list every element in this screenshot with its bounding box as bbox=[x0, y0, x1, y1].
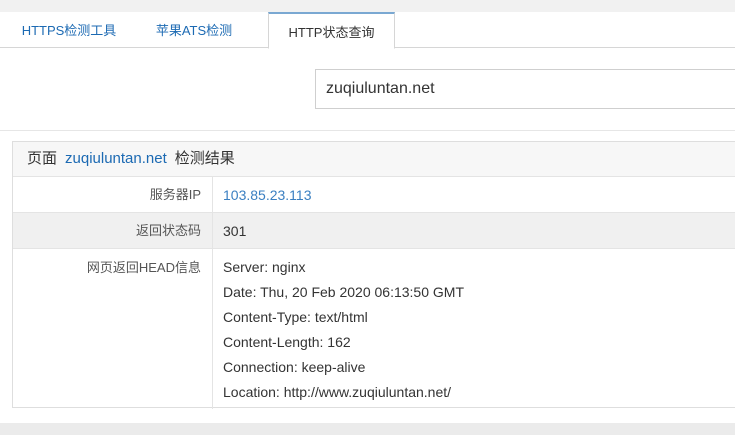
result-table: 页面 zuqiuluntan.net 检测结果 服务器IP 103.85.23.11… bbox=[12, 141, 735, 409]
server-ip-label: 服务器IP bbox=[13, 177, 213, 212]
head-line: Content-Length: 162 bbox=[223, 334, 351, 350]
head-info-label: 网页返回HEAD信息 bbox=[13, 249, 213, 409]
head-info-lines: Server: nginx Date: Thu, 20 Feb 2020 06:… bbox=[223, 258, 464, 408]
row-status-code: 返回状态码 301 bbox=[13, 213, 735, 249]
result-header: 页面 zuqiuluntan.net 检测结果 bbox=[13, 142, 735, 177]
head-line: Content-Type: text/html bbox=[223, 309, 368, 325]
tab-http-status-query[interactable]: HTTP状态查询 bbox=[268, 12, 395, 49]
row-server-ip: 服务器IP 103.85.23.113 bbox=[13, 177, 735, 213]
head-line: Date: Thu, 20 Feb 2020 06:13:50 GMT bbox=[223, 284, 465, 300]
head-line: Location: http://www.zuqiuluntan.net/ bbox=[223, 384, 452, 400]
head-line: Connection: keep-alive bbox=[223, 359, 366, 375]
domain-input[interactable] bbox=[315, 69, 735, 109]
status-code-value: 301 bbox=[223, 223, 247, 239]
result-suffix: 检测结果 bbox=[174, 150, 235, 167]
result-host-link[interactable]: zuqiuluntan.net bbox=[65, 150, 167, 167]
tool-panel: HTTPS检测工具 苹果ATS检测 HTTP状态查询 页面 zuqiuluntan… bbox=[0, 12, 735, 423]
tab-apple-ats-check[interactable]: 苹果ATS检测 bbox=[152, 12, 236, 48]
head-line: Server: nginx bbox=[223, 259, 306, 275]
row-head-info: 网页返回HEAD信息 Server: nginx Date: Thu, 20 F… bbox=[13, 249, 735, 409]
result-prefix: 页面 bbox=[27, 150, 58, 167]
status-code-label: 返回状态码 bbox=[13, 213, 213, 248]
section-divider bbox=[0, 130, 735, 131]
server-ip-value: 103.85.23.113 bbox=[223, 187, 312, 203]
page-bottom-background bbox=[0, 423, 735, 435]
tab-https-check[interactable]: HTTPS检测工具 bbox=[20, 12, 118, 48]
tab-bar: HTTPS检测工具 苹果ATS检测 HTTP状态查询 bbox=[0, 12, 735, 49]
page-top-background bbox=[0, 0, 735, 12]
